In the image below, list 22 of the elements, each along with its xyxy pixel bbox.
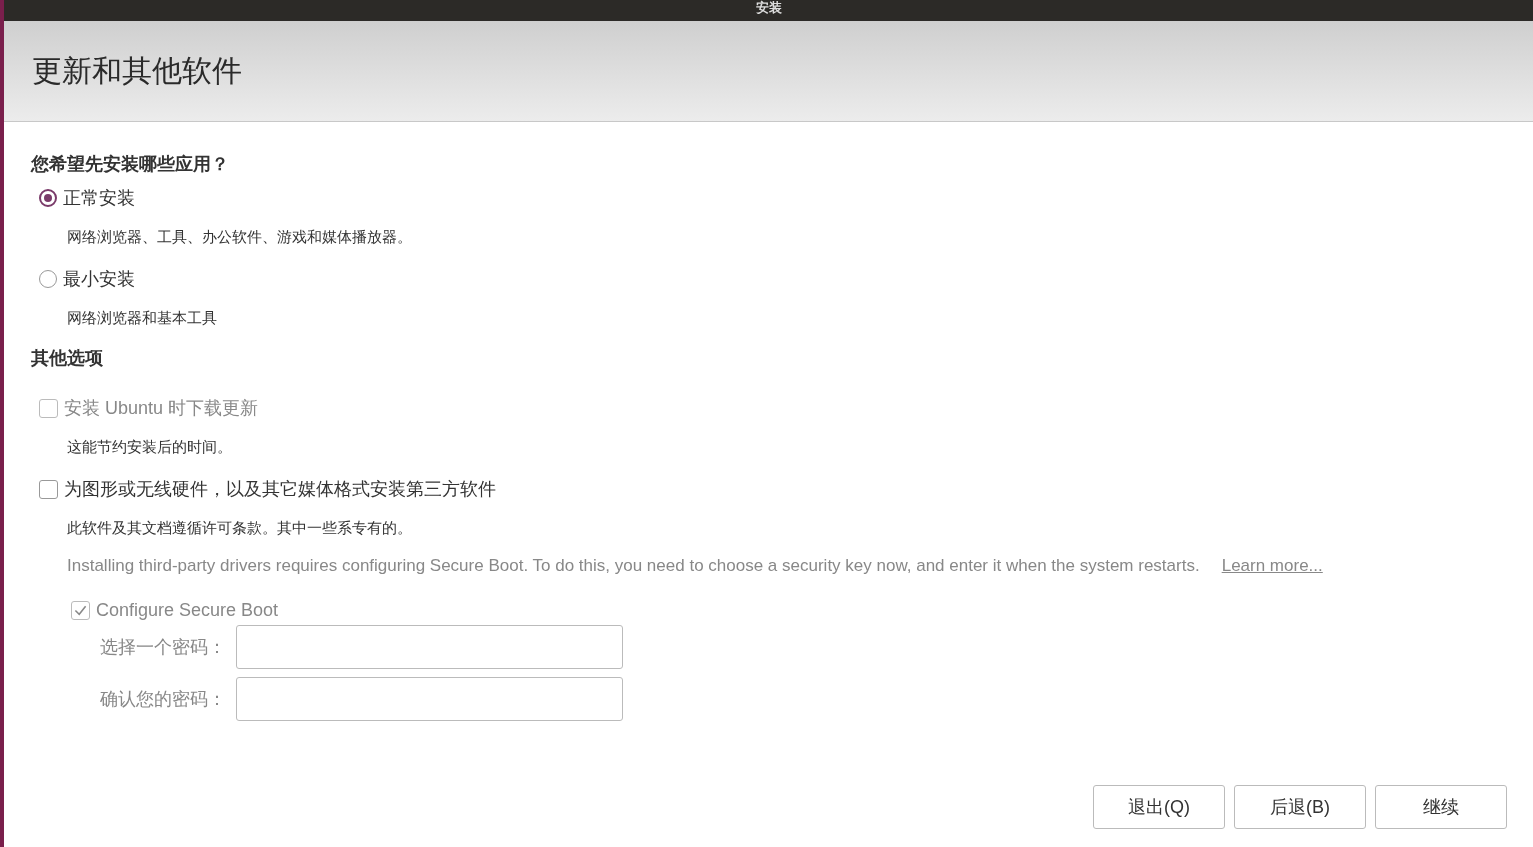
dialog-button[interactable]: 继续 (1375, 785, 1507, 829)
option-label: 安装 Ubuntu 时下载更新 (64, 397, 259, 420)
option-label: 正常安装 (63, 187, 135, 210)
option-description: 网络浏览器和基本工具 (67, 309, 218, 328)
section-heading: 其他选项 (31, 347, 104, 370)
dialog-button[interactable]: 后退(B) (1234, 785, 1366, 829)
checkbox[interactable] (39, 479, 58, 499)
page-title: 更新和其他软件 (32, 52, 242, 89)
dialog-button[interactable]: 退出(Q) (1093, 785, 1225, 829)
checkbox-label: Configure Secure Boot (96, 600, 279, 621)
notice-text: Installing third-party drivers requires configuring Secure Boot. To do this, you need to choose a security key now, and enter it when the system restarts. (67, 556, 1200, 576)
radio-button[interactable] (39, 189, 57, 207)
field-label: 选择一个密码： (100, 636, 226, 659)
option-description: 网络浏览器、工具、办公软件、游戏和媒体播放器。 (67, 228, 413, 247)
field-label: 确认您的密码： (100, 688, 226, 711)
option-description: 此软件及其文档遵循许可条款。其中一些系专有的。 (67, 519, 413, 538)
section-heading: 您希望先安装哪些应用？ (31, 153, 230, 176)
radio-button[interactable] (39, 270, 57, 288)
window-title: 安装 (755, 1, 782, 15)
option-description: 这能节约安装后的时间。 (67, 438, 233, 457)
option-label: 为图形或无线硬件，以及其它媒体格式安装第三方软件 (64, 478, 496, 501)
option-label: 最小安装 (63, 268, 135, 291)
